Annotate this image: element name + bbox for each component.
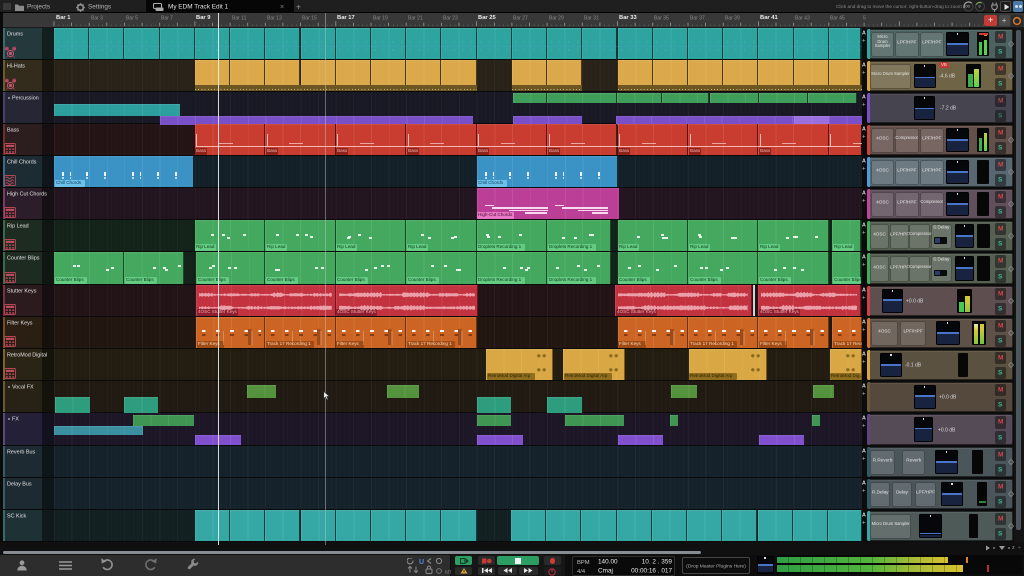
svg-text:U: U — [419, 559, 424, 566]
